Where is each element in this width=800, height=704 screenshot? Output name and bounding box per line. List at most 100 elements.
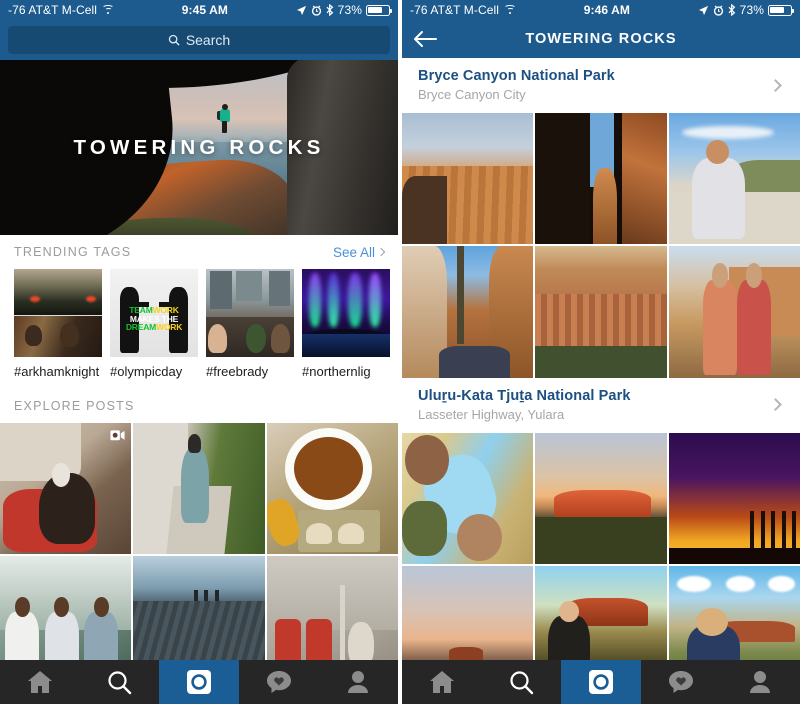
place-row[interactable]: Uluṟu-Kata Tjuṯa National Park Lasseter … — [402, 377, 800, 433]
carrier-label: -76 AT&T M-Cell — [410, 3, 500, 17]
place-title: Uluṟu-Kata Tjuṯa National Park — [418, 387, 631, 404]
tag-thumbnail[interactable] — [302, 269, 390, 357]
status-bar: -76 AT&T M-Cell 9:45 AM 73% — [0, 0, 398, 20]
explore-post[interactable] — [133, 556, 265, 660]
tab-bar[interactable] — [402, 660, 800, 704]
battery-percent-label: 73% — [739, 3, 764, 17]
chevron-right-icon — [769, 398, 782, 412]
status-bar-right: 73% — [296, 3, 392, 17]
place-photo[interactable] — [402, 432, 534, 564]
tag-art-text: WORK — [156, 322, 183, 333]
bluetooth-icon — [326, 4, 333, 16]
trending-tag-item[interactable]: #northernlig — [302, 269, 390, 379]
search-tab[interactable] — [482, 660, 562, 704]
tag-label: #olympicday — [110, 364, 183, 379]
right-phone-screen: -76 AT&T M-Cell 9:46 AM 73% TOWERING ROC… — [402, 0, 800, 704]
battery-icon — [768, 4, 794, 16]
wifi-icon — [102, 5, 115, 15]
place-subtitle: Lasseter Highway, Yulara — [418, 406, 565, 422]
place-photo[interactable] — [668, 432, 800, 564]
tag-thumbnail[interactable]: TEAMWORK MAKES THE DREAMWORK — [110, 269, 198, 357]
left-scroll-body[interactable]: TOWERING ROCKS TRENDING TAGS See All #ar… — [0, 60, 398, 660]
bluetooth-icon — [728, 4, 735, 16]
tag-thumbnail[interactable] — [14, 269, 102, 357]
battery-icon — [366, 4, 392, 16]
status-bar: -76 AT&T M-Cell 9:46 AM 73% — [402, 0, 800, 20]
place-navbar: TOWERING ROCKS — [402, 20, 800, 58]
tag-thumbnail[interactable] — [206, 269, 294, 357]
tag-label: #northernlig — [302, 364, 371, 379]
place-photo[interactable] — [535, 432, 667, 564]
trending-tags-header: TRENDING TAGS See All — [0, 235, 398, 269]
activity-tab[interactable] — [239, 660, 319, 704]
home-tab[interactable] — [402, 660, 482, 704]
alarm-clock-icon — [311, 4, 321, 16]
camera-tab[interactable] — [159, 660, 239, 704]
home-tab[interactable] — [0, 660, 80, 704]
video-icon — [110, 430, 125, 441]
heart-bubble-icon — [266, 671, 291, 693]
location-arrow-icon — [296, 5, 306, 15]
status-bar-right: 73% — [698, 3, 794, 17]
search-icon — [168, 34, 180, 46]
search-input[interactable]: Search — [8, 26, 390, 54]
search-placeholder: Search — [185, 32, 231, 48]
hero-hiker — [216, 103, 233, 134]
place-row[interactable]: Bryce Canyon National Park Bryce Canyon … — [402, 58, 800, 113]
profile-tab[interactable] — [720, 660, 800, 704]
place-photo[interactable] — [668, 113, 800, 245]
place-photo-grid[interactable] — [402, 113, 800, 378]
explore-post[interactable] — [0, 556, 132, 660]
profile-tab[interactable] — [318, 660, 398, 704]
explore-posts-header: EXPLORE POSTS — [0, 389, 398, 423]
trending-tag-item[interactable]: #freebrady — [206, 269, 294, 379]
place-photo[interactable] — [535, 113, 667, 245]
camera-icon — [588, 670, 613, 694]
trending-tags-strip[interactable]: #arkhamknight TEAMWORK MAKES THE DREAMWO… — [0, 269, 398, 381]
alarm-clock-icon — [713, 4, 723, 16]
tag-art-text: DREAM — [125, 322, 157, 333]
camera-tab[interactable] — [561, 660, 641, 704]
see-all-button[interactable]: See All — [332, 244, 386, 260]
status-bar-clock: 9:46 AM — [583, 3, 631, 17]
back-arrow-icon — [414, 31, 437, 47]
trending-tag-item[interactable]: TEAMWORK MAKES THE DREAMWORK #olympicday — [110, 269, 198, 379]
location-arrow-icon — [698, 5, 708, 15]
explore-posts-grid[interactable] — [0, 423, 398, 660]
explore-post[interactable] — [0, 423, 132, 555]
place-photo[interactable] — [402, 246, 534, 378]
search-tab[interactable] — [80, 660, 160, 704]
person-icon — [348, 671, 369, 693]
place-subtitle: Bryce Canyon City — [418, 87, 526, 102]
place-photo[interactable] — [402, 565, 534, 660]
status-bar-left: -76 AT&T M-Cell — [410, 3, 517, 17]
hero-title: TOWERING ROCKS — [73, 135, 325, 159]
explore-post[interactable] — [133, 423, 265, 555]
place-photo-grid[interactable] — [402, 432, 800, 660]
left-phone-screen: -76 AT&T M-Cell 9:45 AM 73% Search TOWER… — [0, 0, 398, 704]
battery-percent-label: 73% — [337, 3, 362, 17]
heart-bubble-icon — [668, 671, 693, 693]
activity-tab[interactable] — [641, 660, 721, 704]
trending-tag-item[interactable]: #arkhamknight — [14, 269, 102, 379]
chevron-right-icon — [376, 247, 386, 257]
place-photo[interactable] — [668, 246, 800, 378]
see-all-label: See All — [332, 244, 375, 260]
status-bar-left: -76 AT&T M-Cell — [8, 3, 115, 17]
place-photo[interactable] — [535, 565, 667, 660]
hero-banner[interactable]: TOWERING ROCKS — [0, 60, 398, 235]
chevron-right-icon — [769, 78, 782, 92]
tab-bar[interactable] — [0, 660, 398, 704]
right-scroll-body[interactable]: Bryce Canyon National Park Bryce Canyon … — [402, 58, 800, 660]
place-photo[interactable] — [668, 565, 800, 660]
search-icon — [108, 670, 132, 694]
explore-post[interactable] — [266, 556, 398, 660]
back-button[interactable] — [402, 30, 448, 48]
page-title: TOWERING ROCKS — [525, 31, 677, 47]
place-photo[interactable] — [402, 113, 534, 245]
person-icon — [750, 671, 771, 693]
explore-posts-label: EXPLORE POSTS — [14, 399, 135, 413]
place-photo[interactable] — [535, 246, 667, 378]
explore-post[interactable] — [266, 423, 398, 555]
tag-label: #arkhamknight — [14, 364, 100, 379]
